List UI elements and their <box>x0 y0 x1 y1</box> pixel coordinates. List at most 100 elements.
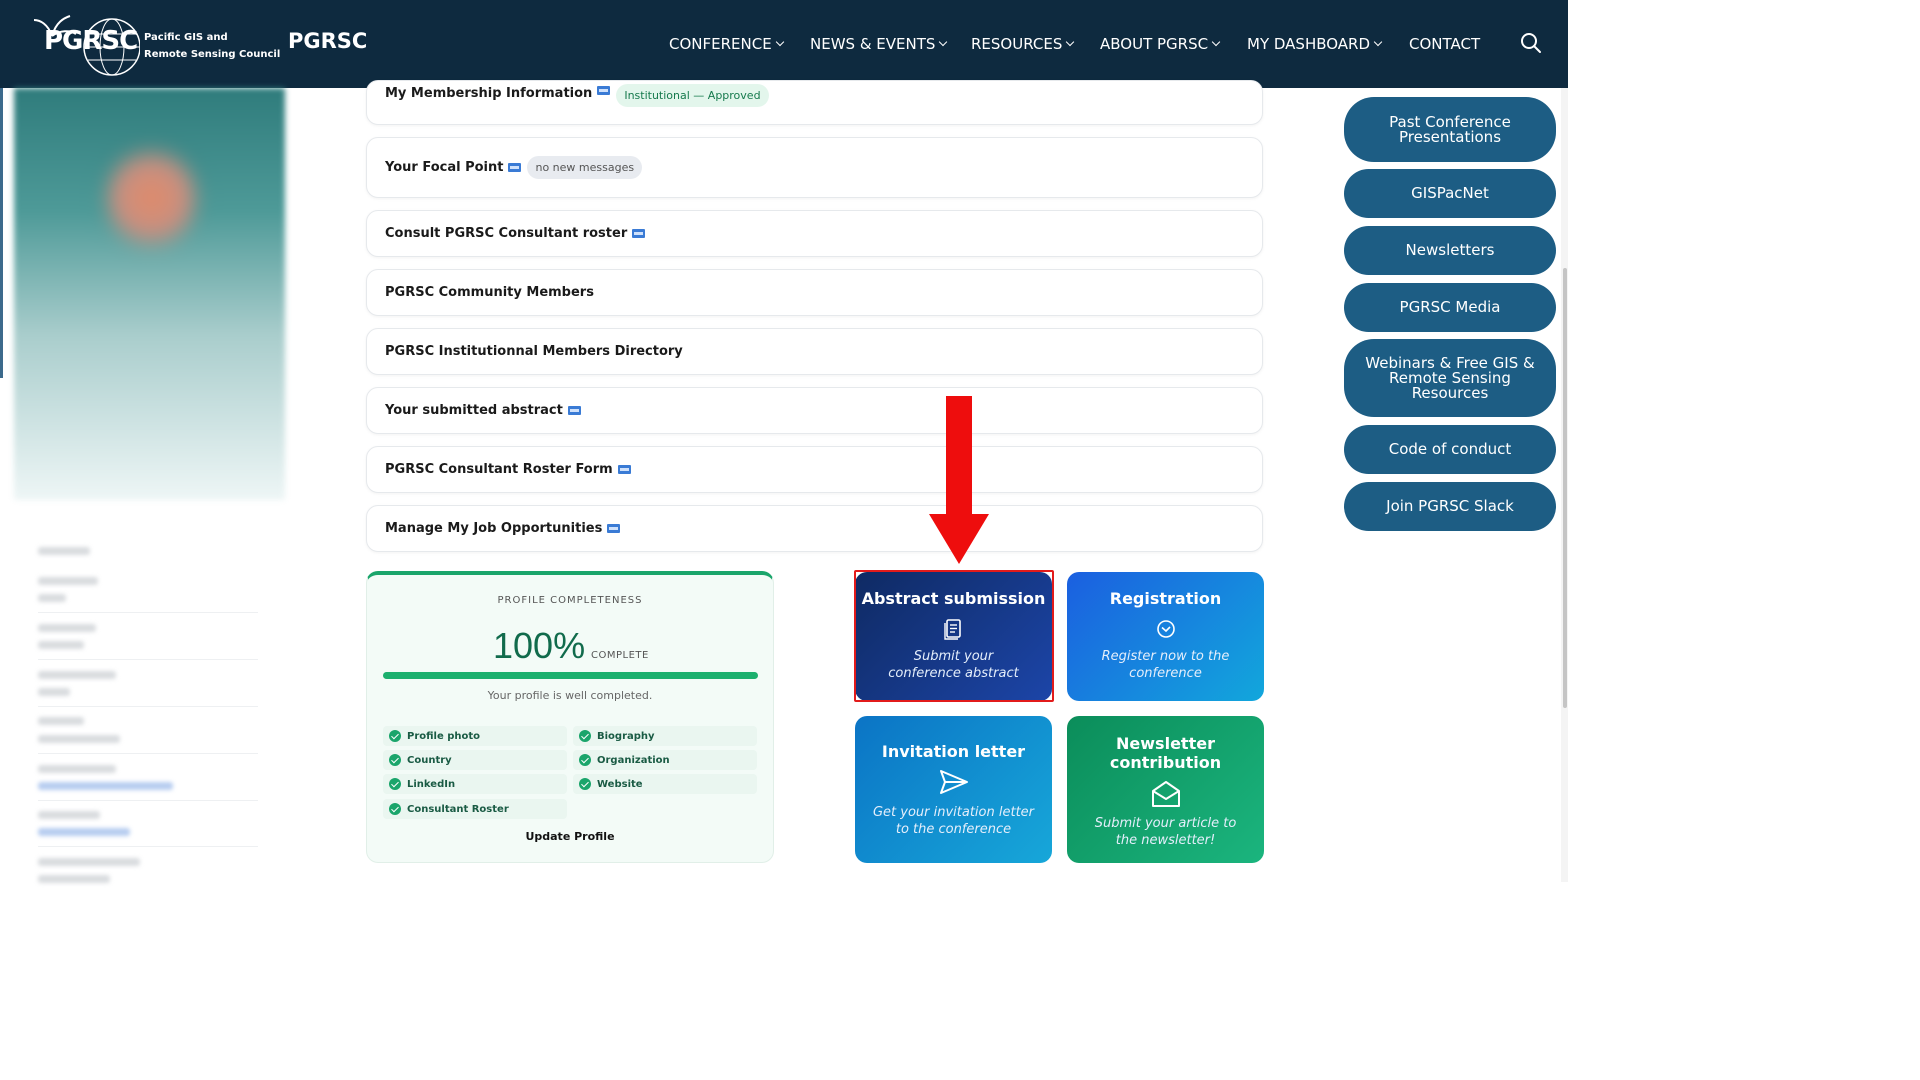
checklist-label: LinkedIn <box>407 778 456 790</box>
divider <box>38 846 258 847</box>
profile-photo-blurred <box>14 88 285 500</box>
row-job-opportunities[interactable]: Manage My Job Opportunities <box>366 505 1263 552</box>
checklist-item: Biography <box>573 726 757 746</box>
row-roster-form[interactable]: PGRSC Consultant Roster Form <box>366 446 1263 493</box>
chevron-down-icon <box>775 37 784 47</box>
nav-contact-label: CONTACT <box>1409 35 1481 53</box>
tile-subtitle: Submit your article to the newsletter! <box>1094 816 1237 848</box>
chevron-down-icon <box>1373 37 1383 47</box>
tile-title: Invitation letter <box>881 742 1026 761</box>
blurred-text <box>38 688 70 696</box>
nav-resources[interactable]: RESOURCES <box>971 35 1075 53</box>
chevron-down-icon <box>939 37 948 47</box>
nav-news-events[interactable]: NEWS & EVENTS <box>810 35 948 53</box>
checklist-label: Website <box>597 778 643 790</box>
registration-tile[interactable]: Registration Register now to the confere… <box>1067 572 1264 701</box>
sidebar-item-newsletters[interactable]: Newsletters <box>1344 226 1556 275</box>
progress-bar-fill <box>383 672 758 679</box>
sidebar-item-gispacnet[interactable]: GISPacNet <box>1344 169 1556 218</box>
new-icon <box>597 86 611 95</box>
nav-about[interactable]: ABOUT PGRSC <box>1100 35 1221 53</box>
new-icon <box>607 524 621 533</box>
blurred-text <box>38 624 96 632</box>
checklist-item: Website <box>573 774 757 794</box>
row-community-members[interactable]: PGRSC Community Members <box>366 269 1263 316</box>
checklist-item: Consultant Roster <box>383 799 567 819</box>
divider <box>38 612 258 613</box>
checklist-label: Biography <box>597 730 655 742</box>
row-consult-roster[interactable]: Consult PGRSC Consultant roster <box>366 210 1263 257</box>
tile-subtitle: Register now to the conference <box>1101 649 1230 681</box>
blurred-text <box>38 717 84 725</box>
site-header: PGRSC Pacific GIS and Remote Sensing Cou… <box>0 0 1568 88</box>
checklist-label: Organization <box>597 754 670 766</box>
scrollbar-thumb[interactable] <box>1563 268 1567 708</box>
divider <box>38 659 258 660</box>
row-label: PGRSC Community Members <box>385 285 594 300</box>
nav-about-label: ABOUT PGRSC <box>1100 35 1209 53</box>
search-icon[interactable] <box>1520 32 1542 54</box>
nav-my-dashboard[interactable]: MY DASHBOARD <box>1247 35 1383 53</box>
new-icon <box>567 406 581 415</box>
avatar <box>104 143 199 253</box>
row-label: Your submitted abstract <box>385 403 563 418</box>
blurred-text <box>38 577 98 585</box>
row-label: Manage My Job Opportunities <box>385 521 603 536</box>
row-submitted-abstract[interactable]: Your submitted abstract <box>366 387 1263 434</box>
new-icon <box>617 465 631 474</box>
sidebar-item-join-slack[interactable]: Join PGRSC Slack <box>1344 482 1556 531</box>
new-icon <box>632 229 646 238</box>
blurred-text <box>38 765 116 773</box>
blurred-link <box>38 828 130 836</box>
pc-title: PROFILE COMPLETENESS <box>497 595 643 606</box>
left-edge-bar <box>0 88 3 378</box>
divider <box>38 753 258 754</box>
blurred-text <box>38 641 84 649</box>
row-label: My Membership Information <box>385 86 593 101</box>
checklist-label: Profile photo <box>407 730 481 742</box>
nav-my-dashboard-label: MY DASHBOARD <box>1247 35 1371 53</box>
tile-title: Registration <box>1109 589 1222 608</box>
main-nav: CONFERENCE NEWS & EVENTS RESOURCES ABOUT… <box>0 35 1568 55</box>
checklist-label: Country <box>407 754 452 766</box>
row-focal-point[interactable]: Your Focal Point no new messages <box>366 137 1263 198</box>
newsletter-contribution-tile[interactable]: Newsletter contribution Submit your arti… <box>1067 716 1264 863</box>
nav-conference[interactable]: CONFERENCE <box>669 35 784 53</box>
tile-subtitle: Get your invitation letter to the confer… <box>872 805 1035 837</box>
checklist-item: Profile photo <box>383 726 567 746</box>
messages-badge: no new messages <box>527 156 643 179</box>
checklist-item: Organization <box>573 750 757 770</box>
update-profile-button[interactable]: Update Profile <box>367 830 773 843</box>
blurred-link <box>38 782 173 790</box>
sidebar-item-code-of-conduct[interactable]: Code of conduct <box>1344 425 1556 474</box>
status-badge: Institutional — Approved <box>616 84 769 107</box>
annotation-arrow-shaft <box>946 396 972 518</box>
sidebar-item-past-conference-presentations[interactable]: Past Conference Presentations <box>1344 97 1556 162</box>
chevron-down-icon <box>1211 37 1221 47</box>
invitation-letter-tile[interactable]: Invitation letter Get your invitation le… <box>855 716 1052 863</box>
row-membership-info[interactable]: My Membership Information Institutional … <box>366 80 1263 125</box>
envelope-open-icon <box>1151 781 1180 807</box>
pc-percent: 100% <box>493 625 586 666</box>
row-institutional-directory[interactable]: PGRSC Institutionnal Members Directory <box>366 328 1263 375</box>
sidebar-item-pgrsc-media[interactable]: PGRSC Media <box>1344 283 1556 332</box>
nav-contact[interactable]: CONTACT <box>1409 35 1480 53</box>
blurred-text <box>38 858 140 866</box>
checklist-label: Consultant Roster <box>407 803 509 815</box>
divider <box>38 800 258 801</box>
row-label: PGRSC Institutionnal Members Directory <box>385 344 683 359</box>
nav-conference-label: CONFERENCE <box>669 35 772 53</box>
sidebar-item-webinars[interactable]: Webinars & Free GIS & Remote Sensing Res… <box>1344 339 1556 417</box>
divider <box>38 706 258 707</box>
check-circle-icon <box>389 778 401 790</box>
nav-news-events-label: NEWS & EVENTS <box>810 35 936 53</box>
chevron-down-icon <box>1066 37 1075 47</box>
blurred-text <box>38 547 90 555</box>
pc-complete-label: COMPLETE <box>591 650 649 661</box>
row-label: Consult PGRSC Consultant roster <box>385 226 628 241</box>
nav-resources-label: RESOURCES <box>971 35 1063 53</box>
blurred-text <box>38 735 120 743</box>
blurred-text <box>38 875 110 883</box>
send-icon <box>939 770 968 794</box>
row-label: PGRSC Consultant Roster Form <box>385 462 613 477</box>
